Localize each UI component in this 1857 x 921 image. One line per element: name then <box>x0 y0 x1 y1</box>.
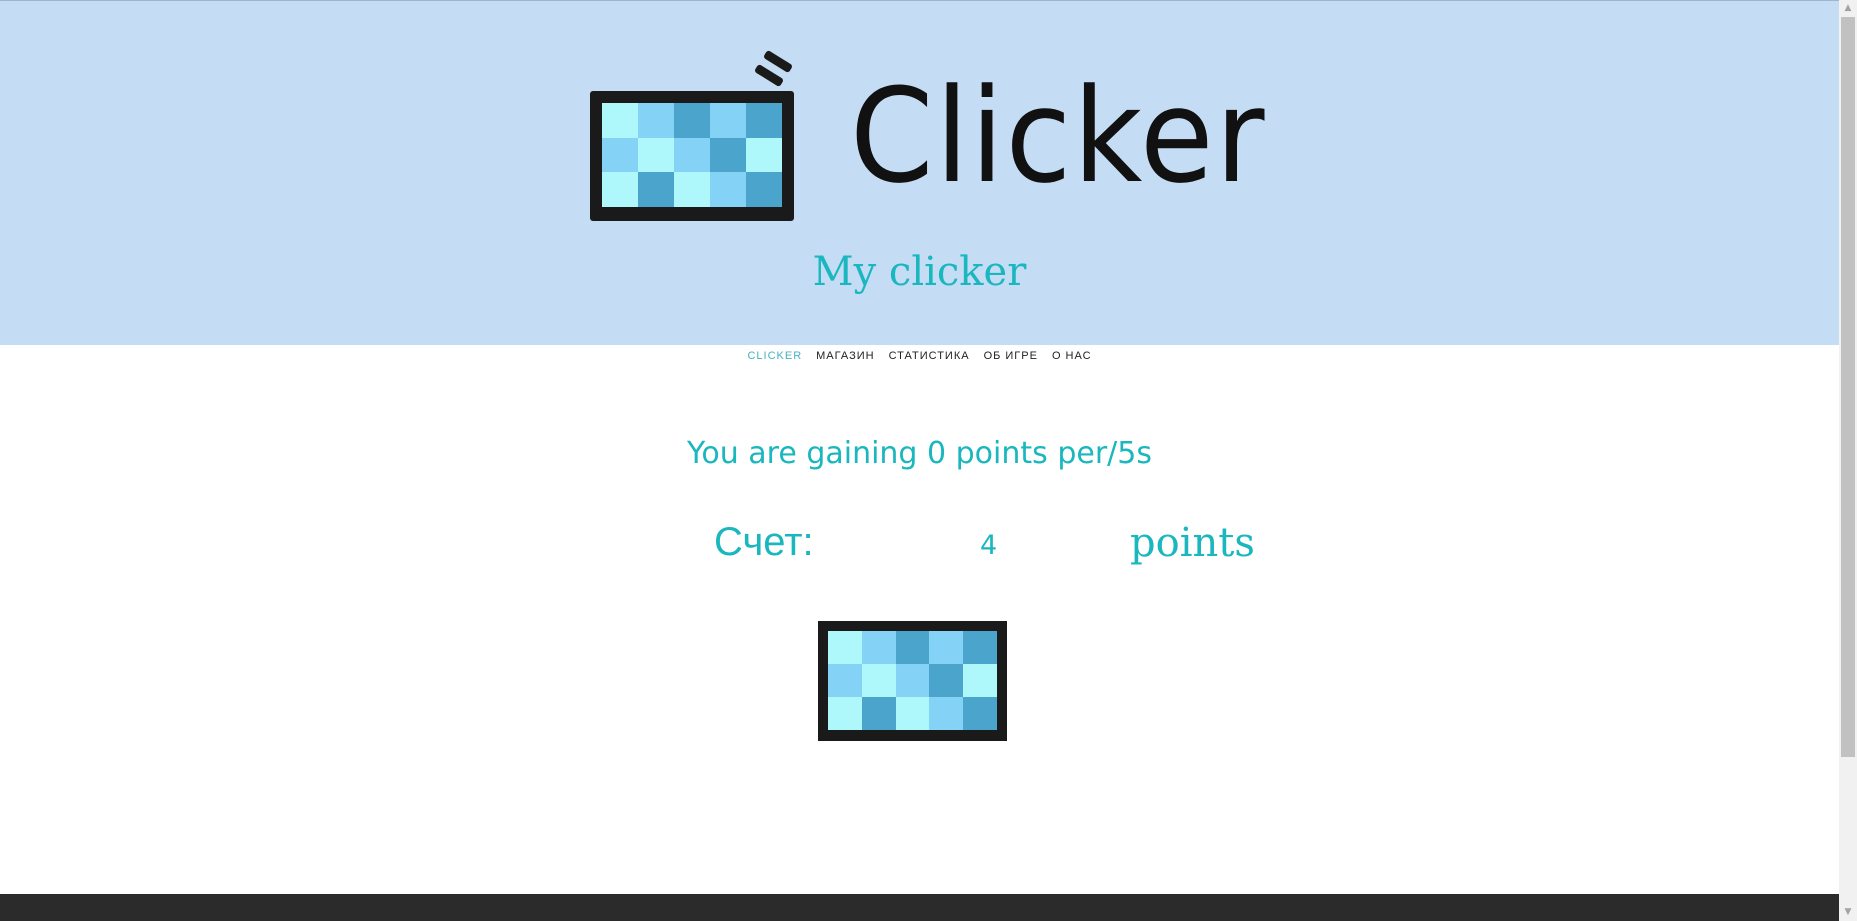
logo-tile <box>602 172 638 207</box>
vertical-scrollbar[interactable]: ▲ ▼ <box>1839 0 1857 921</box>
clicker-tile <box>929 631 964 664</box>
scroll-down-arrow-icon[interactable]: ▼ <box>1839 904 1857 921</box>
logo-tile <box>746 172 782 207</box>
nav-item-shop[interactable]: МАГАЗИН <box>816 350 874 362</box>
points-rate-text: You are gaining 0 points per/5s <box>687 436 1152 471</box>
logo-tile <box>602 103 638 138</box>
clicker-tile <box>828 664 862 697</box>
clicker-tile <box>929 664 964 697</box>
site-header: Clicker My clicker <box>0 0 1839 345</box>
nav-item-clicker[interactable]: CLICKER <box>747 350 802 362</box>
clicker-tile <box>963 697 997 730</box>
score-value: 4 <box>980 530 998 561</box>
scroll-thumb[interactable] <box>1841 17 1855 757</box>
logo-tile <box>746 137 782 173</box>
clicker-tile <box>861 697 896 730</box>
logo-tile <box>674 172 710 207</box>
logo-screen <box>590 91 794 221</box>
nav-item-about-game[interactable]: ОБ ИГРЕ <box>984 350 1038 362</box>
clicker-tile <box>861 631 896 664</box>
logo-tile <box>674 103 710 138</box>
site-footer <box>0 894 1839 921</box>
logo-tile <box>602 137 638 173</box>
logo-tile <box>746 103 782 138</box>
clicker-grid <box>828 631 997 730</box>
main-nav: CLICKER МАГАЗИН СТАТИСТИКА ОБ ИГРЕ О НАС <box>0 350 1839 362</box>
clicker-tile <box>929 697 964 730</box>
logo-tile <box>710 137 746 173</box>
monitor-logo-icon <box>590 47 794 221</box>
brand-subtitle: My clicker <box>812 249 1027 295</box>
nav-item-statistics[interactable]: СТАТИСТИКА <box>889 350 970 362</box>
score-label: Счет: <box>714 520 814 564</box>
clicker-tile <box>828 697 862 730</box>
monitor-clicker-icon[interactable] <box>818 621 1007 741</box>
logo-tile <box>638 137 674 173</box>
brand-title: Clicker <box>850 60 1267 212</box>
page: Clicker My clicker CLICKER МАГАЗИН СТАТИ… <box>0 0 1857 921</box>
clicker-tile <box>861 664 896 697</box>
logo-tile <box>638 172 674 207</box>
logo-tile <box>674 137 710 173</box>
clicker-tile <box>963 631 997 664</box>
nav-item-about-us[interactable]: О НАС <box>1052 350 1092 362</box>
clicker-tile <box>828 631 862 664</box>
logo-grid <box>602 103 782 207</box>
clicker-tile <box>895 631 930 664</box>
scroll-up-arrow-icon[interactable]: ▲ <box>1839 0 1857 17</box>
logo-tile <box>638 103 674 138</box>
clicker-tile <box>963 664 997 697</box>
logo-tile <box>710 172 746 207</box>
clicker-tile <box>895 664 930 697</box>
logo-tile <box>710 103 746 138</box>
clicker-tile <box>895 697 930 730</box>
score-unit: points <box>1130 520 1255 566</box>
